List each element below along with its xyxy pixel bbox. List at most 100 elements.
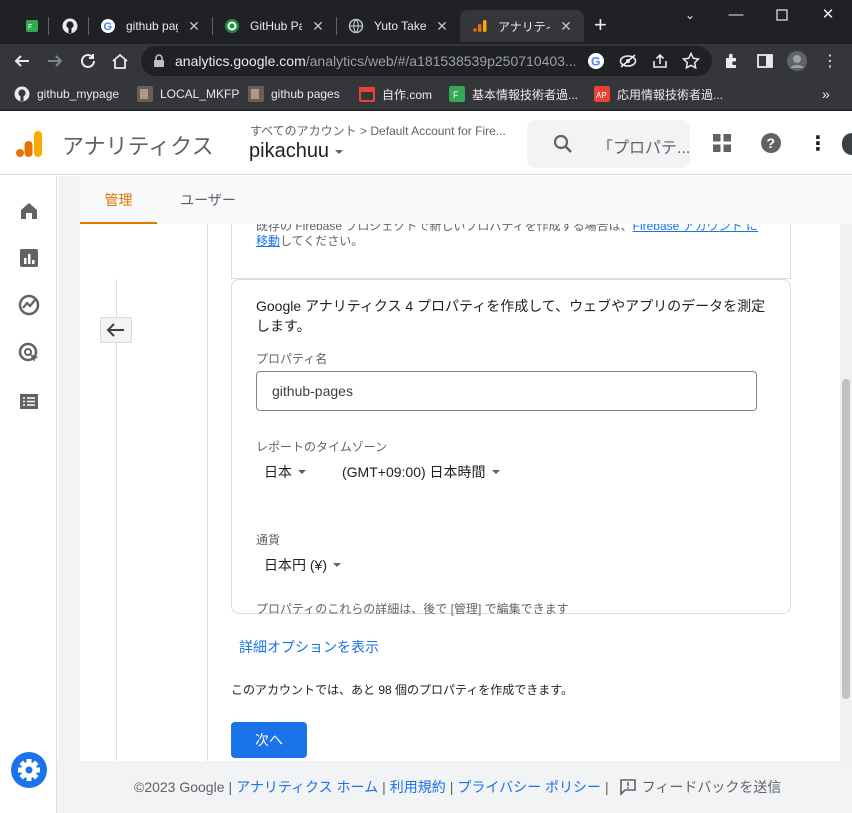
extensions-icon[interactable] <box>720 49 744 73</box>
profile-avatar[interactable] <box>785 49 809 73</box>
minimize-button[interactable]: — <box>718 4 754 26</box>
search-box[interactable]: 「プロパテ... <box>527 120 690 168</box>
ga-header: アナリティクス すべてのアカウント > Default Account for … <box>0 111 852 175</box>
chrome-menu-icon[interactable]: ⋮ <box>818 49 842 73</box>
tab-github-pages-google[interactable]: G github pag ✕ <box>88 10 212 42</box>
advertising-icon[interactable] <box>17 341 41 365</box>
tab-title: Yuto Takeb <box>374 19 426 33</box>
photo-thumbnail-icon <box>137 86 153 102</box>
feedback-icon <box>619 779 636 796</box>
dropdown-caret-icon <box>298 470 306 474</box>
page-footer: ©2023 Google | アナリティクス ホーム | 利用規約 | プライバ… <box>57 761 852 813</box>
share-icon[interactable] <box>651 53 669 69</box>
currency-select[interactable]: 日本円 (¥) <box>264 555 341 575</box>
svg-text:AP: AP <box>596 91 607 100</box>
tab-pinned-spreadsheet[interactable]: F <box>12 10 48 42</box>
apps-grid-icon[interactable] <box>712 133 732 153</box>
new-tab-button[interactable]: + <box>594 14 607 36</box>
tab-user[interactable]: ユーザー <box>166 176 250 224</box>
back-arrow-icon[interactable] <box>10 49 34 73</box>
property-selector[interactable]: pikachuu <box>249 140 344 163</box>
github-pages-icon <box>224 18 240 34</box>
home-icon[interactable] <box>17 199 41 223</box>
svg-text:G: G <box>104 21 113 33</box>
firebase-note: 既存の Firebase プロジェクトで新しいプロパティを作成する場合は、Fir… <box>256 224 766 249</box>
advanced-options-link[interactable]: 詳細オプションを表示 <box>239 637 379 657</box>
eye-off-icon[interactable] <box>619 53 637 69</box>
close-icon[interactable]: ✕ <box>434 18 450 35</box>
admin-tabs: 管理 ユーザー <box>80 176 852 224</box>
property-details-card: Google アナリティクス 4 プロパティを作成して、ウェブやアプリのデータを… <box>231 279 791 616</box>
browser-toolbar: analytics.google.com/analytics/web/#/a18… <box>0 44 852 78</box>
dropdown-caret-icon <box>491 470 500 474</box>
feedback-button[interactable]: フィードバックを送信 <box>613 777 781 797</box>
url-text[interactable]: analytics.google.com/analytics/web/#/a18… <box>175 53 575 69</box>
back-arrow-icon <box>106 323 124 337</box>
close-window-button[interactable]: ✕ <box>810 4 846 26</box>
more-options-icon[interactable]: ⋮ <box>808 131 828 156</box>
google-lens-icon[interactable]: G <box>587 52 605 70</box>
stepper-rail <box>116 279 117 761</box>
remaining-properties-text: このアカウントでは、あと 98 個のプロパティを作成できます。 <box>231 683 574 697</box>
close-icon[interactable]: ✕ <box>186 18 202 35</box>
explore-icon[interactable] <box>17 293 41 317</box>
tab-github-pages-docs[interactable]: GitHub Pag ✕ <box>212 10 336 42</box>
svg-text:G: G <box>591 55 600 69</box>
analytics-logo-icon[interactable] <box>16 129 44 159</box>
edit-later-note: プロパティのこれらの詳細は、後で [管理] で編集できます <box>256 602 569 616</box>
bookmark-ouyou[interactable]: AP 応用情報技術者過... <box>594 85 723 103</box>
svg-text:F: F <box>28 24 32 31</box>
bookmark-local-mkfp[interactable]: LOCAL_MKFP <box>137 85 239 103</box>
app-name: アナリティクス <box>62 134 214 159</box>
bookmark-github-mypage[interactable]: github_mypage <box>14 85 119 103</box>
bookmark-kihon[interactable]: F 基本情報技術者過... <box>449 85 578 103</box>
page-scrollbar[interactable] <box>840 224 852 813</box>
scrollbar-thumb[interactable] <box>842 379 850 699</box>
address-bar[interactable]: analytics.google.com/analytics/web/#/a18… <box>141 46 712 76</box>
tab-pinned-github[interactable] <box>50 10 86 42</box>
breadcrumb[interactable]: すべてのアカウント > Default Account for Fire... <box>250 122 506 139</box>
svg-text:?: ? <box>767 135 776 151</box>
privacy-link[interactable]: プライバシー ポリシー <box>457 777 601 797</box>
maximize-button[interactable] <box>764 4 800 26</box>
dropdown-caret-icon <box>333 563 341 567</box>
search-icon <box>553 134 573 154</box>
tab-title: github pag <box>126 19 178 33</box>
admin-settings-gear-icon[interactable] <box>11 752 47 788</box>
svg-text:F: F <box>453 90 459 100</box>
timezone-select[interactable]: (GMT+09:00) 日本時間 <box>342 462 500 482</box>
side-panel-icon[interactable] <box>753 49 777 73</box>
tab-admin[interactable]: 管理 <box>80 176 157 224</box>
bookmark-jisaku[interactable]: 自作.com <box>359 85 432 103</box>
forward-arrow-icon[interactable] <box>43 49 67 73</box>
property-name-input[interactable]: github-pages <box>256 371 757 411</box>
more-bookmarks-button[interactable]: » <box>822 85 830 103</box>
help-icon[interactable]: ? <box>760 132 782 154</box>
tab-search-chevron-icon[interactable]: ⌄ <box>672 4 708 26</box>
analytics-home-link[interactable]: アナリティクス ホーム <box>236 777 378 797</box>
terms-link[interactable]: 利用規約 <box>390 777 446 797</box>
tab-analytics-active[interactable]: アナリティクス ✕ <box>460 10 584 42</box>
spreadsheet-icon: F <box>449 86 465 102</box>
reload-icon[interactable] <box>76 49 100 73</box>
analytics-page: アナリティクス すべてのアカウント > Default Account for … <box>0 111 852 813</box>
close-icon[interactable]: ✕ <box>310 18 326 35</box>
timezone-label: レポートのタイムゾーン <box>256 440 388 454</box>
configure-list-icon[interactable] <box>17 389 41 413</box>
bookmark-star-icon[interactable] <box>682 52 700 70</box>
account-avatar[interactable] <box>842 133 852 155</box>
property-name-label: プロパティ名 <box>256 352 328 366</box>
bookmark-github-pages[interactable]: github pages <box>248 85 340 103</box>
tab-yuto-takeb[interactable]: Yuto Takeb ✕ <box>336 10 460 42</box>
lock-icon[interactable] <box>153 54 165 68</box>
reports-icon[interactable] <box>17 246 41 270</box>
calendar-icon <box>359 87 375 102</box>
github-icon <box>62 18 78 34</box>
home-icon[interactable] <box>108 49 132 73</box>
property-name-value: github-pages <box>272 383 353 399</box>
close-icon[interactable]: ✕ <box>558 18 574 35</box>
step-divider <box>207 224 208 761</box>
country-select[interactable]: 日本 <box>264 462 306 482</box>
back-button[interactable] <box>100 317 132 343</box>
next-button[interactable]: 次へ <box>231 722 307 758</box>
